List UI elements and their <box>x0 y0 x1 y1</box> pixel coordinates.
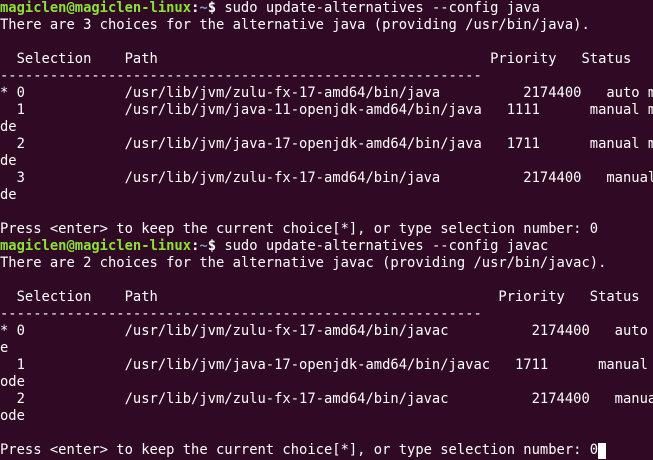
table-row: * 0 /usr/lib/jvm/zulu-fx-17-amd64/bin/ja… <box>0 85 653 101</box>
intro-text: There are 2 choices for the alternative … <box>0 255 607 271</box>
table-row-wrap: de <box>0 187 17 203</box>
table-row-wrap: de <box>0 119 17 135</box>
prompt-user: magiclen@magiclen-linux <box>0 0 192 16</box>
table-row-wrap: e <box>0 340 9 356</box>
terminal-window[interactable]: magiclen@magiclen-linux:~$ sudo update-a… <box>0 0 653 460</box>
table-row: 3 /usr/lib/jvm/zulu-fx-17-amd64/bin/java… <box>0 170 653 186</box>
command-text: sudo update-alternatives --config java <box>224 0 540 16</box>
table-header: Selection Path Priority Status <box>0 51 632 67</box>
table-divider: ----------------------------------------… <box>0 306 483 322</box>
table-row: * 0 /usr/lib/jvm/zulu-fx-17-amd64/bin/ja… <box>0 323 653 339</box>
selection-prompt-text: Press <enter> to keep the current choice… <box>0 442 599 458</box>
prompt-symbol: $ <box>207 238 216 254</box>
table-row: 1 /usr/lib/jvm/java-17-openjdk-amd64/bin… <box>0 357 653 373</box>
prompt-path: ~ <box>199 238 208 254</box>
table-row-wrap: ode <box>0 374 25 390</box>
table-row-wrap: ode <box>0 408 25 424</box>
prompt-symbol: $ <box>207 0 216 16</box>
text-cursor <box>598 443 607 459</box>
intro-text: There are 3 choices for the alternative … <box>0 17 590 33</box>
selection-prompt: Press <enter> to keep the current choice… <box>0 221 599 237</box>
table-row-wrap: de <box>0 153 17 169</box>
command-text: sudo update-alternatives --config javac <box>224 238 549 254</box>
prompt-line-javac: magiclen@magiclen-linux:~$ sudo update-a… <box>0 238 549 254</box>
prompt-path: ~ <box>199 0 208 16</box>
table-row: 1 /usr/lib/jvm/java-11-openjdk-amd64/bin… <box>0 102 653 118</box>
table-divider: ----------------------------------------… <box>0 68 483 84</box>
table-row: 2 /usr/lib/jvm/java-17-openjdk-amd64/bin… <box>0 136 653 152</box>
selection-prompt-active[interactable]: Press <enter> to keep the current choice… <box>0 442 607 459</box>
table-row: 2 /usr/lib/jvm/zulu-fx-17-amd64/bin/java… <box>0 391 653 407</box>
prompt-line-java: magiclen@magiclen-linux:~$ sudo update-a… <box>0 0 540 16</box>
prompt-user: magiclen@magiclen-linux <box>0 238 192 254</box>
table-header: Selection Path Priority Status <box>0 289 640 305</box>
